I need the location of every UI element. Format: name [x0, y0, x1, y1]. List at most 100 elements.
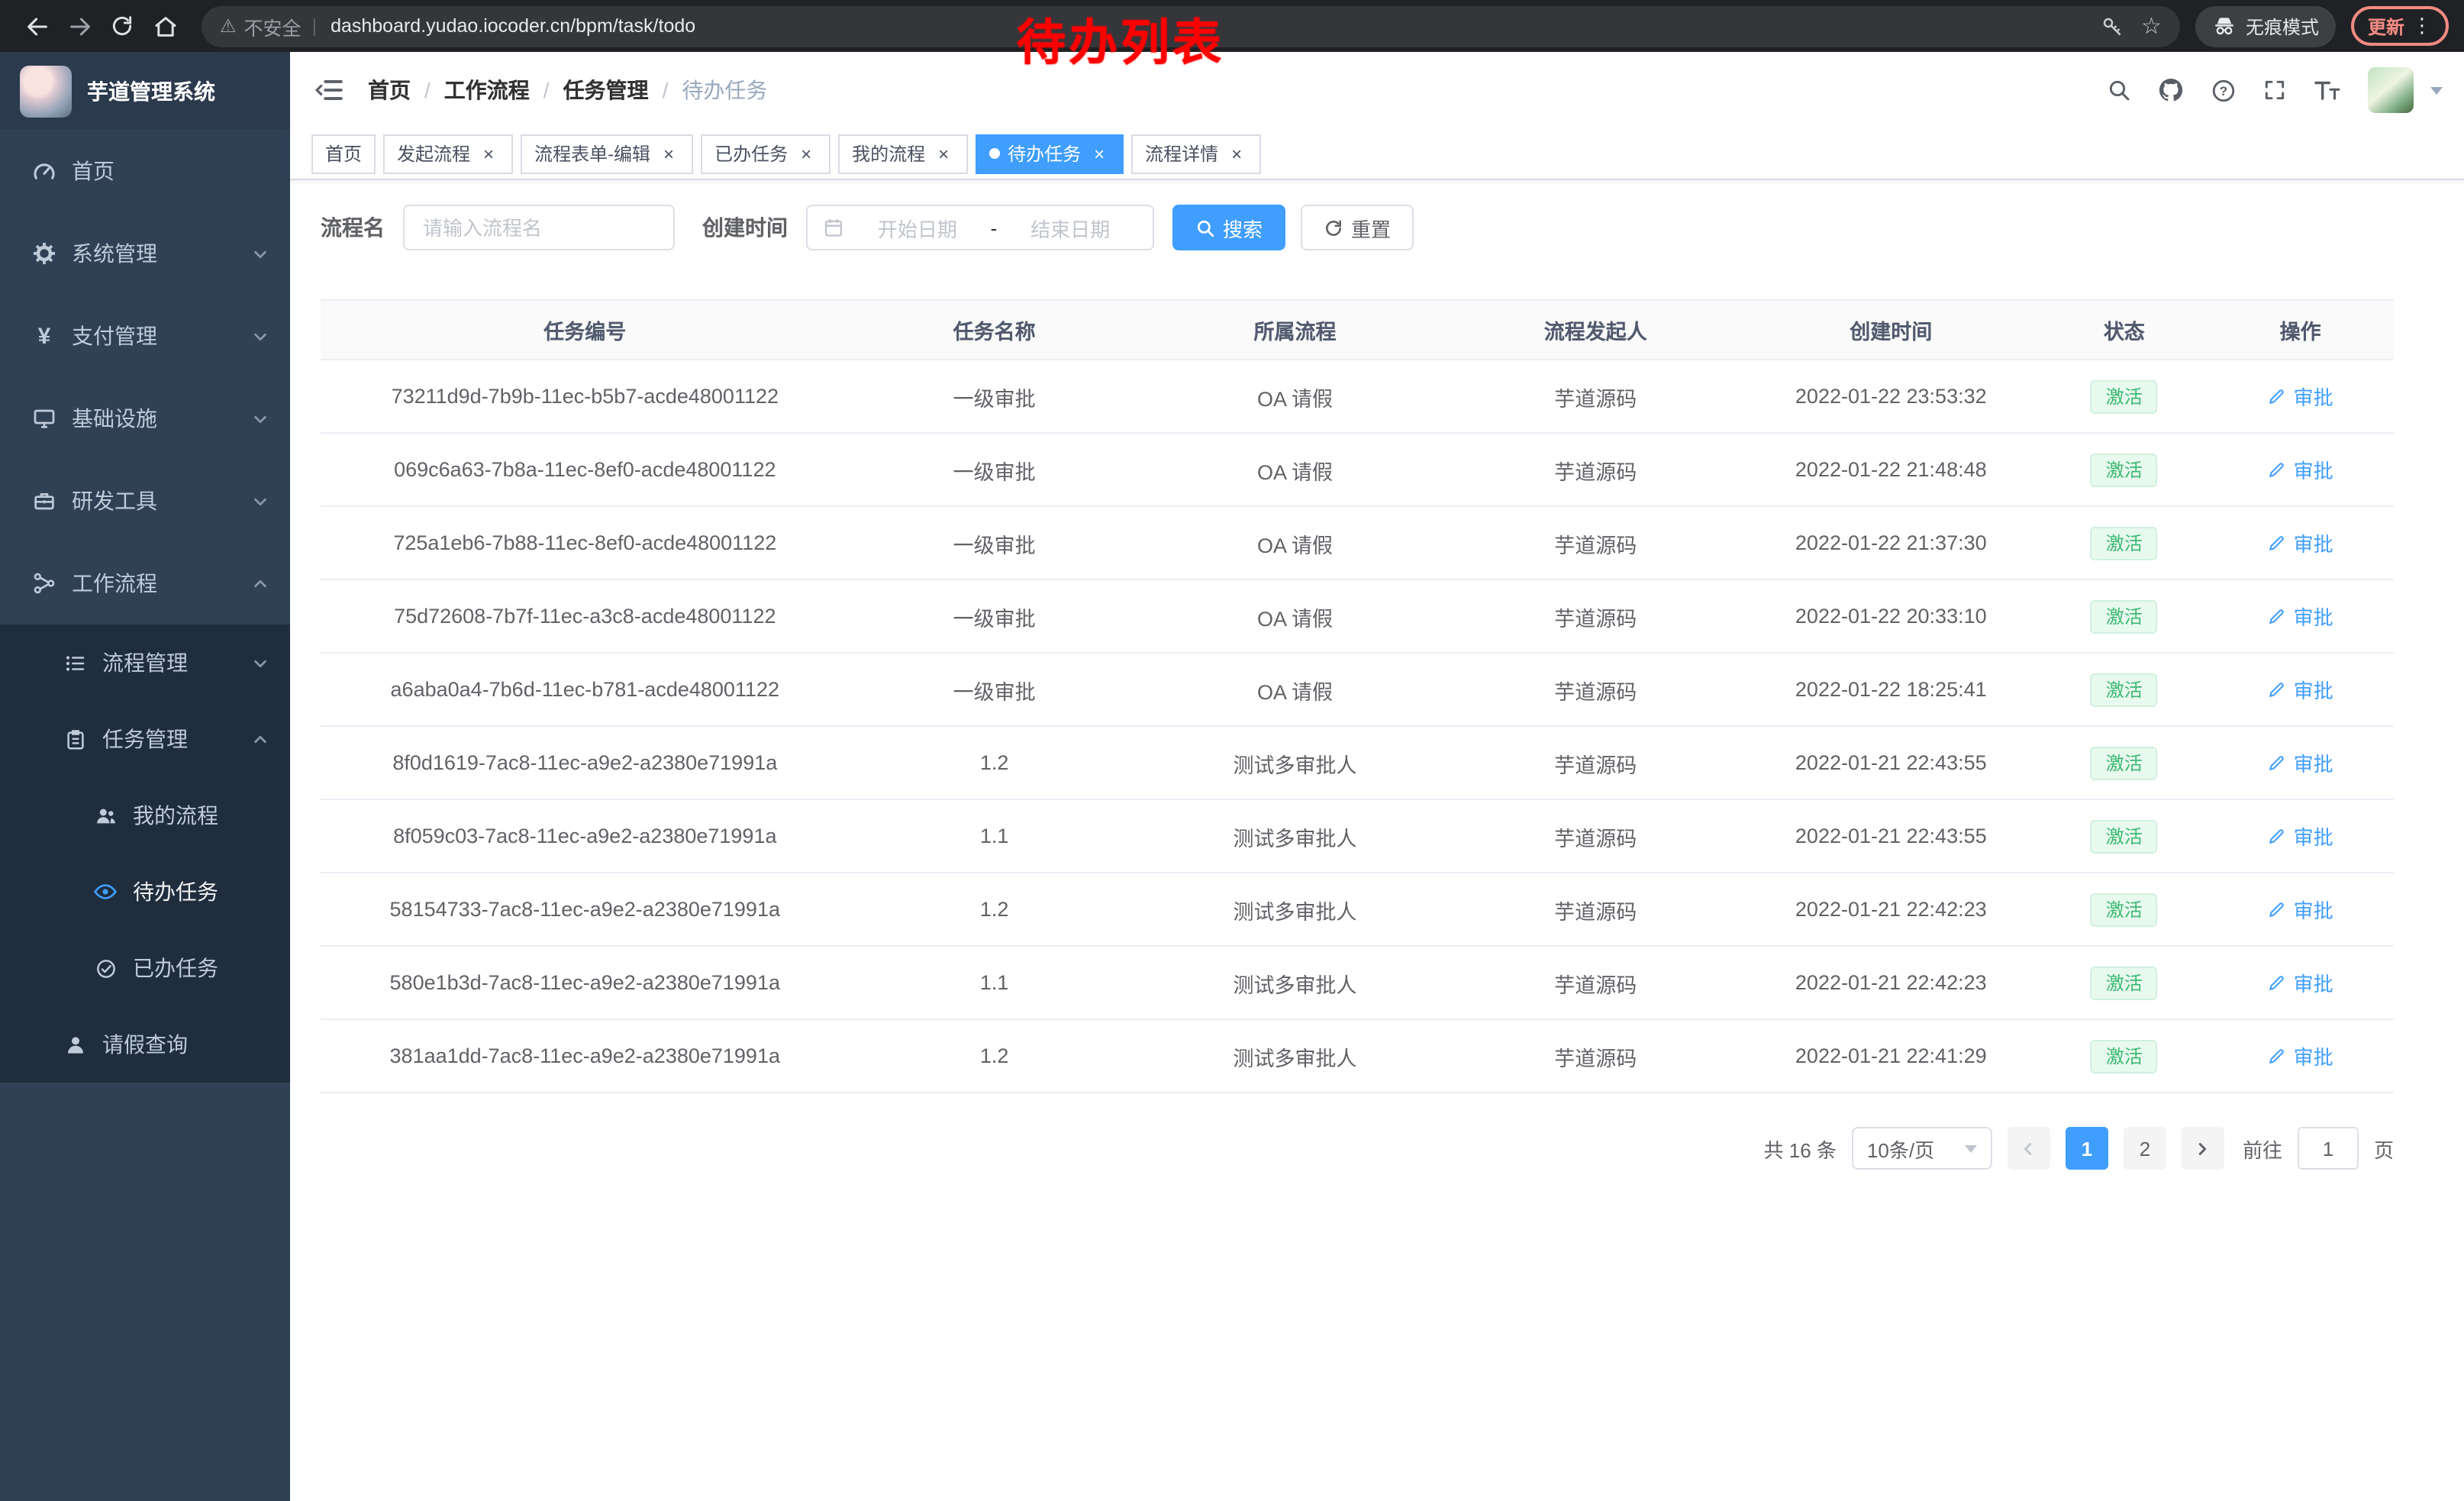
goto-label: 前往 — [2243, 1134, 2282, 1163]
sidebar-item-leave-query[interactable]: 请假查询 — [0, 1006, 290, 1083]
breadcrumb: 首页 / 工作流程 / 任务管理 / 待办任务 — [368, 75, 767, 105]
approve-link[interactable]: 审批 — [2268, 382, 2333, 411]
browser-forward-button[interactable] — [58, 5, 101, 47]
table-row: 75d72608-7b7f-11ec-a3c8-acde48001122 一级审… — [321, 580, 2394, 654]
cell-initiator: 芋道源码 — [1450, 601, 1740, 631]
next-page-button[interactable] — [2182, 1127, 2224, 1170]
approve-link[interactable]: 审批 — [2268, 528, 2333, 557]
github-icon[interactable] — [2157, 76, 2185, 104]
address-divider: | — [312, 15, 318, 37]
approve-link[interactable]: 审批 — [2268, 748, 2333, 777]
active-tab-dot — [989, 148, 1000, 159]
tab-home[interactable]: 首页 — [311, 134, 376, 173]
font-size-icon[interactable] — [2313, 78, 2342, 102]
chevron-down-icon — [252, 328, 269, 344]
tab-form-edit[interactable]: 流程表单-编辑 × — [521, 134, 693, 173]
approve-link[interactable]: 审批 — [2268, 822, 2333, 851]
sidebar-item-workflow[interactable]: 工作流程 — [0, 542, 290, 625]
sidebar-item-my-process[interactable]: 我的流程 — [0, 777, 290, 854]
close-icon[interactable]: × — [1226, 143, 1247, 164]
sidebar-item-label: 任务管理 — [102, 724, 188, 754]
sidebar-item-infrastructure[interactable]: 基础设施 — [0, 377, 290, 460]
page-button-1[interactable]: 1 — [2066, 1127, 2108, 1170]
page-size-select[interactable]: 10条/页 — [1852, 1127, 1992, 1170]
approve-link[interactable]: 审批 — [2268, 1041, 2333, 1070]
sidebar-item-dev-tools[interactable]: 研发工具 — [0, 460, 290, 542]
sidebar-collapse-button[interactable] — [290, 78, 368, 102]
pagination: 共 16 条 10条/页 1 2 前往 页 — [321, 1127, 2394, 1170]
table-row: 58154733-7ac8-11ec-a9e2-a2380e71991a 1.2… — [321, 873, 2394, 947]
sidebar-item-done-tasks[interactable]: 已办任务 — [0, 930, 290, 1006]
breadcrumb-separator: / — [424, 78, 431, 102]
home-icon — [152, 13, 178, 39]
browser-reload-button[interactable] — [101, 5, 144, 47]
approve-label: 审批 — [2294, 968, 2333, 997]
password-key-icon[interactable] — [2100, 15, 2123, 37]
help-icon[interactable]: ? — [2211, 77, 2237, 103]
navbar-actions: ? — [2107, 67, 2464, 113]
sidebar-item-system[interactable]: 系统管理 — [0, 212, 290, 295]
chevron-right-icon — [2195, 1140, 2211, 1157]
cell-task-id: 8f059c03-7ac8-11ec-a9e2-a2380e71991a — [321, 825, 850, 847]
chevron-up-icon — [252, 575, 269, 592]
breadcrumb-task-management[interactable]: 任务管理 — [563, 75, 649, 105]
tab-start-process[interactable]: 发起流程 × — [383, 134, 513, 173]
page-url[interactable]: dashboard.yudao.iocoder.cn/bpm/task/todo — [331, 15, 695, 37]
status-badge: 激活 — [2091, 453, 2158, 486]
browser-update-button[interactable]: 更新 ⋮ — [2351, 6, 2449, 46]
status-badge: 激活 — [2091, 1039, 2158, 1073]
chevron-down-icon — [252, 410, 269, 427]
user-avatar[interactable] — [2368, 67, 2414, 113]
process-name-input[interactable] — [403, 205, 675, 250]
eye-icon — [92, 880, 119, 904]
sidebar-logo[interactable]: 芋道管理系统 — [0, 52, 290, 130]
security-label[interactable]: 不安全 — [244, 11, 302, 40]
close-icon[interactable]: × — [795, 143, 817, 164]
avatar-caret-down-icon[interactable] — [2430, 86, 2443, 94]
cell-process: OA 请假 — [1140, 674, 1450, 705]
close-icon[interactable]: × — [478, 143, 499, 164]
tab-process-detail[interactable]: 流程详情 × — [1131, 134, 1261, 173]
page-button-2[interactable]: 2 — [2124, 1127, 2166, 1170]
close-icon[interactable]: × — [658, 143, 679, 164]
todo-task-table: 任务编号 任务名称 所属流程 流程发起人 创建时间 状态 操作 73211d9d… — [321, 299, 2394, 1093]
table-row: 069c6a63-7b8a-11ec-8ef0-acde48001122 一级审… — [321, 434, 2394, 507]
gear-icon — [31, 241, 58, 266]
status-badge: 激活 — [2091, 819, 2158, 853]
prev-page-button[interactable] — [2008, 1127, 2050, 1170]
search-button[interactable]: 搜索 — [1172, 205, 1285, 250]
refresh-icon — [1324, 218, 1343, 237]
tab-todo-tasks[interactable]: 待办任务 × — [976, 134, 1124, 173]
breadcrumb-home[interactable]: 首页 — [368, 75, 411, 105]
close-icon[interactable]: × — [1088, 143, 1110, 164]
sidebar-item-task-management[interactable]: 任务管理 — [0, 701, 290, 777]
close-icon[interactable]: × — [933, 143, 954, 164]
sidebar-item-process-management[interactable]: 流程管理 — [0, 625, 290, 701]
sidebar-item-home[interactable]: 首页 — [0, 130, 290, 212]
fullscreen-icon[interactable] — [2262, 78, 2287, 102]
goto-page-input[interactable] — [2298, 1127, 2359, 1170]
breadcrumb-workflow[interactable]: 工作流程 — [444, 75, 530, 105]
browser-back-button[interactable] — [15, 5, 58, 47]
cell-create-time: 2022-01-22 18:25:41 — [1740, 678, 2041, 701]
approve-link[interactable]: 审批 — [2268, 675, 2333, 704]
edit-pencil-icon — [2268, 386, 2288, 406]
tab-my-process[interactable]: 我的流程 × — [838, 134, 968, 173]
tab-done-tasks[interactable]: 已办任务 × — [701, 134, 830, 173]
search-icon[interactable] — [2107, 78, 2131, 102]
reset-button[interactable]: 重置 — [1301, 205, 1414, 250]
sidebar-item-todo-tasks[interactable]: 待办任务 — [0, 854, 290, 930]
date-range-picker[interactable]: 开始日期 - 结束日期 — [806, 205, 1154, 250]
approve-link[interactable]: 审批 — [2268, 968, 2333, 997]
approve-link[interactable]: 审批 — [2268, 602, 2333, 631]
table-row: 8f059c03-7ac8-11ec-a9e2-a2380e71991a 1.1… — [321, 800, 2394, 873]
approve-link[interactable]: 审批 — [2268, 455, 2333, 484]
cell-process: 测试多审批人 — [1140, 967, 1450, 998]
approve-link[interactable]: 审批 — [2268, 895, 2333, 924]
browser-home-button[interactable] — [144, 5, 186, 47]
sidebar-item-payment[interactable]: ¥ 支付管理 — [0, 295, 290, 377]
sidebar-item-label: 首页 — [72, 156, 114, 186]
cell-task-name: 一级审批 — [850, 528, 1140, 558]
bookmark-star-icon[interactable]: ☆ — [2141, 15, 2162, 37]
browser-menu-icon[interactable]: ⋮ — [2412, 14, 2432, 38]
